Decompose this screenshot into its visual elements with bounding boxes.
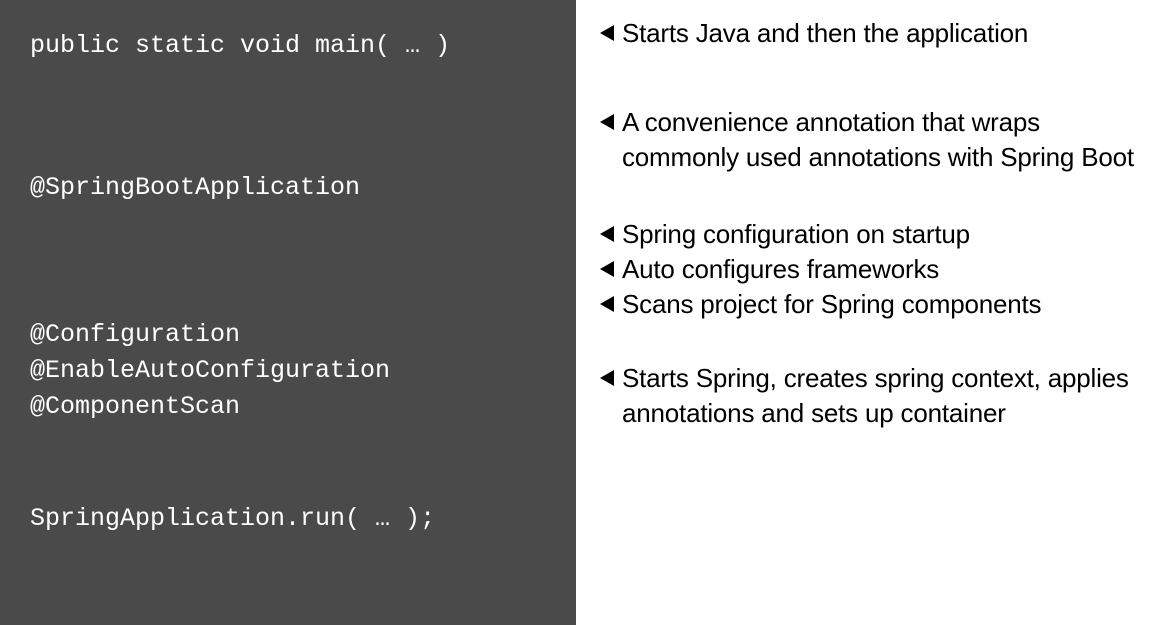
triangle-left-icon — [600, 114, 614, 130]
desc-item-configuration: Spring configuration on startup — [600, 217, 1153, 252]
code-line-enableautoconfig: @EnableAutoConfiguration — [30, 353, 548, 389]
code-line-componentscan: @ComponentScan — [30, 389, 548, 425]
desc-item-run: Starts Spring, creates spring context, a… — [600, 361, 1153, 431]
code-line-run: SpringApplication.run( … ); — [30, 501, 548, 537]
code-panel: public static void main( … ) @SpringBoot… — [0, 0, 576, 625]
triangle-left-icon — [600, 370, 614, 386]
desc-text: Spring configuration on startup — [622, 217, 1153, 252]
desc-text: Starts Spring, creates spring context, a… — [622, 361, 1153, 431]
triangle-left-icon — [600, 296, 614, 312]
triangle-left-icon — [600, 25, 614, 41]
code-line-configuration: @Configuration — [30, 317, 548, 353]
desc-item-main: Starts Java and then the application — [600, 16, 1153, 51]
desc-text: Auto configures frameworks — [622, 252, 1153, 287]
code-line-springbootapp: @SpringBootApplication — [30, 170, 548, 206]
triangle-left-icon — [600, 226, 614, 242]
desc-text: A convenience annotation that wraps comm… — [622, 105, 1153, 175]
desc-text: Scans project for Spring components — [622, 287, 1153, 322]
description-panel: Starts Java and then the application A c… — [576, 0, 1165, 625]
desc-item-componentscan: Scans project for Spring components — [600, 287, 1153, 322]
desc-text: Starts Java and then the application — [622, 16, 1153, 51]
triangle-left-icon — [600, 261, 614, 277]
code-line-main: public static void main( … ) — [30, 28, 548, 64]
desc-item-autoconfig: Auto configures frameworks — [600, 252, 1153, 287]
desc-item-springbootapp: A convenience annotation that wraps comm… — [600, 105, 1153, 175]
